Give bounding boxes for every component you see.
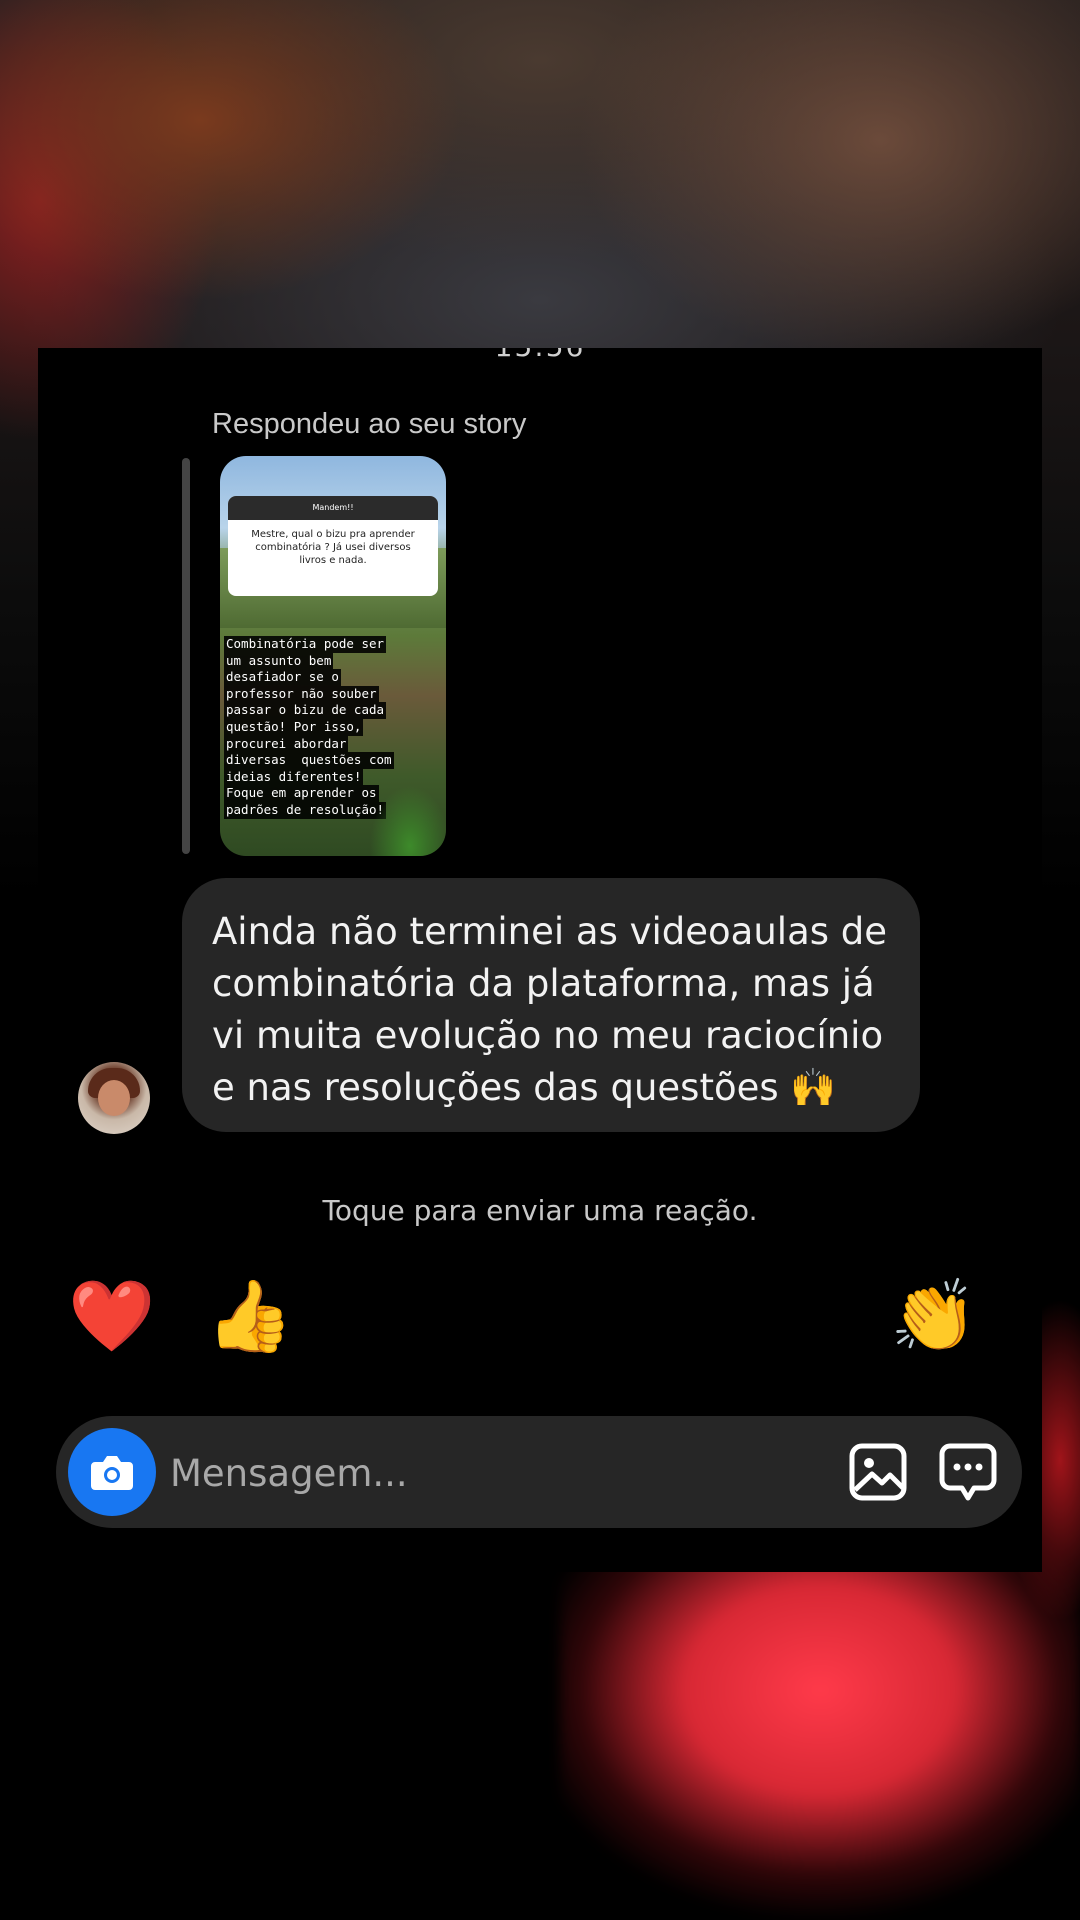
dm-thread-panel: 15:56 Respondeu ao seu story Mandem!! Me… [38,348,1042,1572]
reaction-crying[interactable]: 😢 [344,1274,428,1358]
story-plant-decoration [370,776,446,856]
story-answer-line: Combinatória pode ser [224,636,387,653]
story-answer-line: procurei abordar [224,735,349,753]
reaction-heart-eyes[interactable]: 😍 [482,1274,566,1358]
reaction-clapping[interactable]: 👏 [890,1274,977,1358]
story-answer-line: passar o bizu de cada [224,702,387,719]
story-answer-line: um assunto bem [224,652,334,670]
reaction-thumbs-up[interactable]: 👍 [206,1274,293,1358]
story-thumbnail[interactable]: Mandem!! Mestre, qual o bizu pra aprende… [220,456,446,856]
gallery-button[interactable] [846,1440,910,1504]
story-answer-line: Foque em aprender os [224,785,379,802]
reaction-hint: Toque para enviar uma reação. [322,1194,758,1227]
story-question-header: Mandem!! [228,496,438,520]
story-answer-line: professor não souber [224,685,379,703]
message-bubble[interactable]: Ainda não terminei as videoaulas de comb… [182,878,920,1132]
story-answer-line: padrões de resolução! [224,801,387,819]
reaction-bar: ❤️ 👍 😢 😍 😮 😂 👏 [38,1274,1042,1364]
story-question-text: Mestre, qual o bizu pra aprender combina… [251,529,415,566]
sender-avatar[interactable] [78,1062,150,1134]
status-time: 15:56 [38,348,1042,363]
story-question-box: Mandem!! Mestre, qual o bizu pra aprende… [228,496,438,596]
reply-quote-bar [182,458,190,854]
story-answer-line: desafiador se o [224,669,341,686]
reaction-heart[interactable]: ❤️ [68,1274,155,1358]
image-icon [849,1443,907,1501]
message-composer [56,1416,1022,1528]
message-input[interactable] [168,1446,732,1500]
reaction-laughing[interactable]: 😂 [754,1274,838,1358]
message-text: Ainda não terminei as videoaulas de comb… [212,910,888,1109]
story-answer-line: questão! Por isso, [224,718,364,736]
story-answer-line: ideias diferentes! [224,768,364,786]
chat-bubble-dots-icon [939,1443,997,1501]
story-answer-line: diversas questões com [224,752,394,769]
sticker-button[interactable] [936,1440,1000,1504]
reaction-surprised[interactable]: 😮 [618,1274,702,1358]
camera-icon [91,1456,133,1490]
story-reply-label: Respondeu ao seu story [212,408,527,440]
camera-button[interactable] [68,1428,156,1516]
